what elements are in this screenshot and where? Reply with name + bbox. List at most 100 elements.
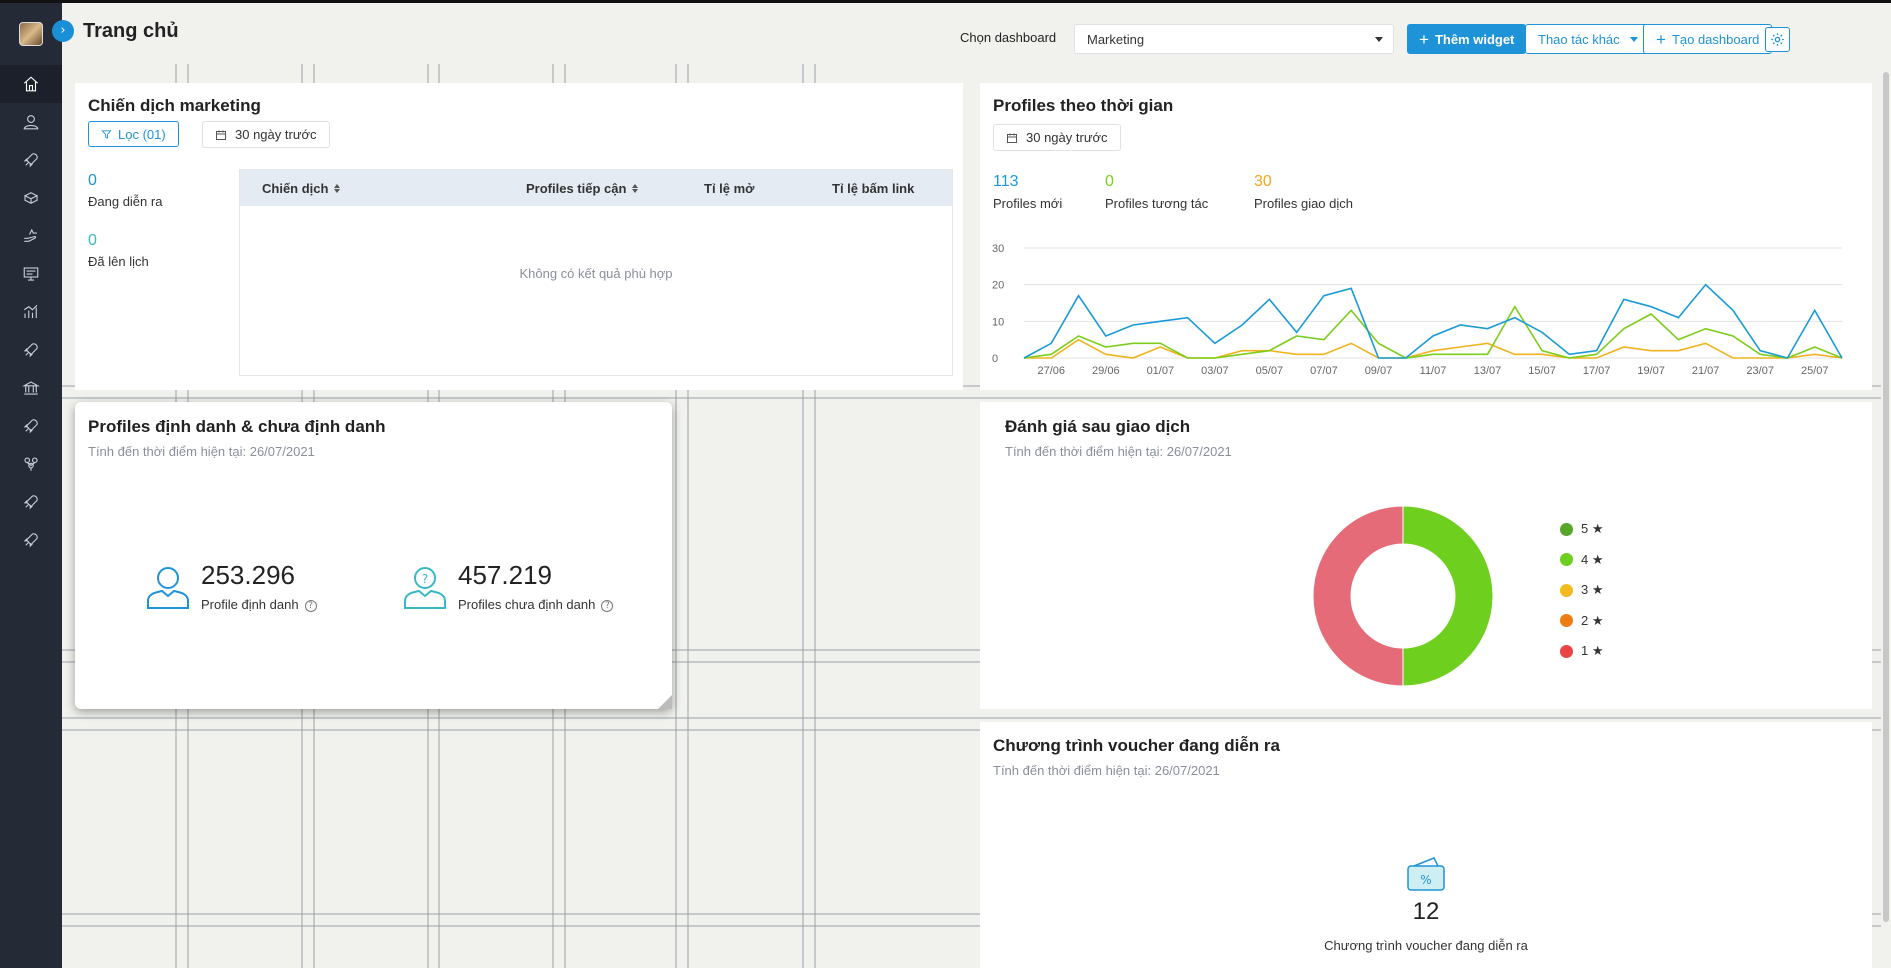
donut-slice [1402, 505, 1494, 687]
sidebar-item-campaign[interactable] [0, 141, 62, 179]
scheduled-count: 0 [88, 232, 97, 249]
help-icon[interactable]: ? [304, 599, 317, 612]
x-tick-label: 25/07 [1801, 365, 1829, 377]
page-scrollbar[interactable] [1881, 64, 1891, 968]
legend-label: 1 ★ [1581, 643, 1604, 658]
legend-dot [1560, 644, 1573, 658]
chart-icon [23, 304, 38, 318]
profiles-time-date-button[interactable]: 30 ngày trước [993, 124, 1121, 151]
sidebar-expand-button[interactable]: › [52, 20, 74, 42]
legend-label: 4 ★ [1581, 551, 1604, 567]
voucher-count: 12 [1412, 898, 1440, 925]
chevron-down-icon [1375, 37, 1383, 42]
rating-donut-chart [1312, 505, 1494, 687]
legend-item[interactable]: 3 ★ [1560, 582, 1604, 598]
column-open-rate-label: Tỉ lệ mở [704, 181, 755, 196]
more-actions-button[interactable]: Thao tác khác [1525, 24, 1651, 54]
svg-text:%: % [1420, 873, 1431, 887]
settings-button[interactable] [1765, 27, 1790, 52]
rating-title: Đánh giá sau giao dịch [1005, 417, 1191, 436]
legend-item[interactable]: 5 ★ [1560, 521, 1604, 537]
profiles-line-chart: 0 10 20 30 27/06 29/06 01/07 03/07 05/07 07/07 09/… [992, 243, 1843, 377]
campaign-table: Chiến dịch Profiles tiếp cận Tỉ lệ mở Tỉ… [239, 169, 953, 376]
legend-label: 2 ★ [1581, 612, 1604, 628]
create-dashboard-button[interactable]: + Tạo dashboard [1643, 24, 1773, 54]
column-reach-label: Profiles tiếp cận [526, 181, 627, 196]
x-tick-label: 01/07 [1147, 365, 1175, 377]
svg-text:?: ? [422, 572, 428, 586]
table-empty-message: Không có kết quả phù hợp [519, 266, 673, 281]
sidebar-item-automation[interactable] [0, 331, 62, 369]
new-profiles-count: 113 [993, 173, 1019, 190]
caret-down-icon [1629, 36, 1638, 42]
home-icon [23, 76, 39, 92]
sidebar-item-extra-2[interactable] [0, 521, 62, 559]
x-tick-label: 05/07 [1256, 365, 1284, 377]
calendar-icon [1007, 133, 1017, 143]
interact-profiles-count: 0 [1105, 173, 1114, 190]
rating-subtitle: Tính đến thời điểm hiện tại: 26/07/2021 [1005, 444, 1232, 459]
rocket-icon [23, 343, 38, 358]
sort-icon [334, 184, 341, 193]
sidebar-item-monitor[interactable] [0, 255, 62, 293]
campaign-title: Chiến dịch marketing [88, 96, 261, 115]
column-campaign[interactable]: Chiến dịch [262, 181, 341, 196]
running-count: 0 [88, 172, 97, 189]
voucher-subtitle: Tính đến thời điểm hiện tại: 26/07/2021 [993, 763, 1220, 778]
sidebar-item-bank[interactable] [0, 369, 62, 407]
column-open-rate[interactable]: Tỉ lệ mở [704, 181, 754, 196]
app-logo[interactable] [19, 22, 43, 46]
rocket-icon [23, 533, 38, 548]
help-icon[interactable]: ? [601, 599, 614, 612]
y-tick-label: 20 [992, 280, 1004, 292]
monitor-icon [23, 267, 39, 281]
sidebar-item-reports[interactable] [0, 293, 62, 331]
resize-handle[interactable] [658, 695, 672, 709]
rating-widget: Đánh giá sau giao dịch Tính đến thời điể… [980, 402, 1872, 709]
bank-icon [22, 381, 40, 395]
voucher-icon: % [1407, 857, 1445, 891]
interact-profiles-label: Profiles tương tác [1105, 196, 1209, 211]
gear-icon [1771, 33, 1784, 46]
campaign-filter-label: Lọc (01) [118, 126, 166, 142]
x-tick-label: 07/07 [1310, 365, 1338, 377]
rocket-icon [23, 419, 38, 434]
sidebar-item-journey[interactable] [0, 407, 62, 445]
add-widget-button[interactable]: + Thêm widget [1407, 24, 1527, 54]
sidebar [0, 0, 62, 968]
sidebar-item-team[interactable] [0, 445, 62, 483]
campaign-date-button[interactable]: 30 ngày trước [202, 121, 330, 148]
y-tick-label: 30 [992, 243, 1004, 255]
x-tick-label: 03/07 [1201, 365, 1229, 377]
unidentified-user-icon: ? [404, 567, 446, 609]
legend-dot [1560, 614, 1573, 627]
legend-item[interactable]: 4 ★ [1560, 552, 1604, 568]
legend-item[interactable]: 1 ★ [1560, 643, 1604, 659]
voucher-widget: Chương trình voucher đang diễn ra Tính đ… [980, 722, 1872, 968]
calendar-icon [216, 130, 226, 140]
campaign-date-label: 30 ngày trước [235, 127, 317, 142]
sidebar-item-profiles[interactable] [0, 103, 62, 141]
identified-label: Profile định danh [201, 597, 299, 612]
x-tick-label: 15/07 [1528, 365, 1556, 377]
sidebar-item-extra-1[interactable] [0, 483, 62, 521]
unidentified-count: 457.219 [458, 560, 552, 590]
legend-item[interactable]: 2 ★ [1560, 613, 1604, 629]
column-reach[interactable]: Profiles tiếp cận [526, 181, 639, 196]
dashboard-select[interactable]: Marketing [1074, 24, 1394, 54]
unidentified-label-row: Profiles chưa định danh? [458, 597, 614, 612]
identity-subtitle: Tính đến thời điểm hiện tại: 26/07/2021 [88, 444, 315, 459]
profiles-time-widget: Profiles theo thời gian 30 ngày trước 11… [980, 83, 1872, 390]
gift-icon [23, 192, 39, 204]
column-click-rate[interactable]: Tỉ lệ bấm link [832, 181, 914, 196]
legend-label: 3 ★ [1581, 582, 1604, 597]
sidebar-item-loyalty[interactable] [0, 179, 62, 217]
plus-icon: + [1656, 29, 1666, 49]
more-actions-label: Thao tác khác [1538, 31, 1620, 47]
sidebar-item-service[interactable] [0, 217, 62, 255]
scrollbar-thumb[interactable] [1883, 72, 1889, 922]
identified-user-icon [147, 567, 189, 609]
campaign-filter-button[interactable]: Lọc (01) [88, 121, 179, 147]
sidebar-item-home[interactable] [0, 65, 62, 103]
voucher-title: Chương trình voucher đang diễn ra [993, 736, 1280, 755]
